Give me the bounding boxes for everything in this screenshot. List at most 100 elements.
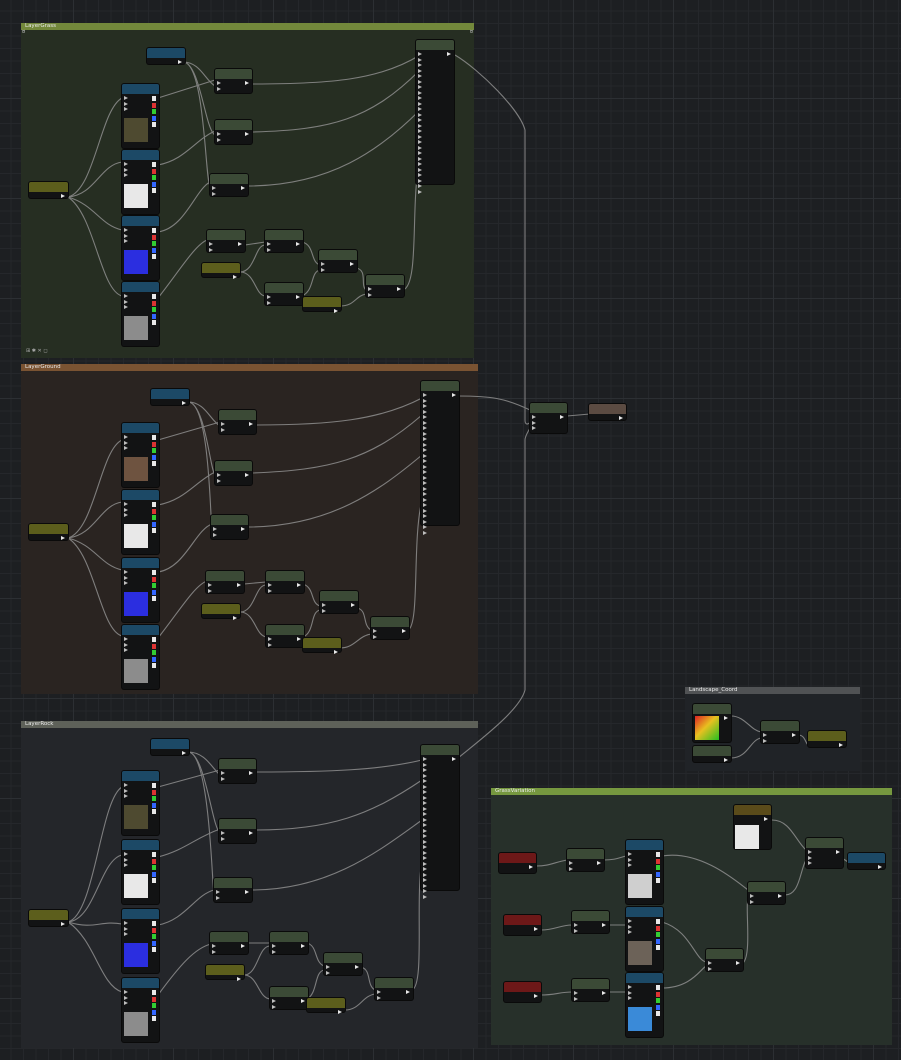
input-pin-icon[interactable]: [423, 420, 427, 425]
input-pin-icon[interactable]: [124, 228, 128, 232]
output-pin-icon[interactable]: [182, 751, 186, 755]
channel-pin-icon[interactable]: [152, 502, 156, 507]
scalar-param-node[interactable]: [151, 389, 189, 405]
output-pin-icon[interactable]: [241, 527, 245, 531]
node-header[interactable]: [266, 571, 304, 581]
output-pin-icon[interactable]: [402, 629, 406, 633]
channel-pin-icon[interactable]: [152, 247, 156, 253]
constant-node[interactable]: [307, 998, 345, 1014]
add-node[interactable]: [320, 591, 358, 613]
texture-sample-node[interactable]: [122, 625, 159, 689]
input-pin-icon[interactable]: [124, 932, 128, 936]
node-header[interactable]: [210, 174, 248, 184]
vector-param-node[interactable]: [499, 853, 536, 873]
input-pin-icon[interactable]: [221, 422, 225, 426]
channel-pin-icon[interactable]: [152, 878, 156, 883]
channel-pin-icon[interactable]: [656, 945, 660, 950]
input-pin-icon[interactable]: [418, 74, 422, 78]
texture-object-node[interactable]: [734, 805, 771, 849]
channel-pin-icon[interactable]: [152, 637, 156, 642]
input-pin-icon[interactable]: [423, 894, 427, 899]
node-header[interactable]: [122, 84, 159, 94]
input-pin-icon[interactable]: [208, 583, 212, 587]
input-pin-icon[interactable]: [423, 834, 427, 838]
input-pin-icon[interactable]: [574, 923, 578, 927]
node-header[interactable]: [421, 745, 459, 755]
channel-pin-icon[interactable]: [152, 796, 156, 801]
input-pin-icon[interactable]: [124, 101, 128, 106]
node-header[interactable]: [808, 731, 846, 741]
input-pin-icon[interactable]: [423, 409, 427, 414]
input-pin-icon[interactable]: [423, 453, 427, 458]
input-pin-icon[interactable]: [418, 101, 422, 106]
output-pin-icon[interactable]: [245, 81, 249, 85]
texture-sample-node[interactable]: [122, 771, 159, 835]
node-header[interactable]: [210, 932, 248, 942]
input-pin-icon[interactable]: [628, 924, 632, 929]
node-header[interactable]: [122, 625, 159, 635]
node-header[interactable]: [504, 915, 541, 925]
input-pin-icon[interactable]: [268, 642, 272, 647]
texture-sample-node[interactable]: [122, 909, 159, 973]
input-pin-icon[interactable]: [628, 852, 632, 856]
input-pin-icon[interactable]: [418, 123, 422, 128]
input-pin-icon[interactable]: [418, 96, 422, 100]
input-pin-icon[interactable]: [418, 184, 422, 188]
input-pin-icon[interactable]: [124, 926, 128, 931]
input-pin-icon[interactable]: [423, 861, 427, 866]
node-header[interactable]: [504, 982, 541, 992]
channel-pin-icon[interactable]: [152, 802, 156, 808]
channel-pin-icon[interactable]: [152, 461, 156, 466]
input-pin-icon[interactable]: [321, 267, 325, 272]
node-header[interactable]: [207, 230, 245, 240]
input-pin-icon[interactable]: [423, 497, 427, 502]
output-pin-icon[interactable]: [61, 922, 65, 926]
output-param-node[interactable]: [848, 853, 885, 869]
multiply-node[interactable]: [214, 878, 252, 902]
channel-pin-icon[interactable]: [152, 990, 156, 995]
input-pin-icon[interactable]: [124, 233, 128, 238]
input-pin-icon[interactable]: [423, 525, 427, 529]
node-header[interactable]: [693, 746, 731, 756]
input-pin-icon[interactable]: [124, 648, 128, 652]
node-header[interactable]: [421, 381, 459, 391]
texture-sample-node[interactable]: [626, 907, 663, 971]
node-header[interactable]: [626, 840, 663, 850]
output-node[interactable]: [808, 731, 846, 747]
node-header[interactable]: [572, 979, 609, 989]
input-pin-icon[interactable]: [574, 928, 578, 933]
input-pin-icon[interactable]: [750, 894, 754, 898]
output-pin-icon[interactable]: [296, 295, 300, 299]
channel-pin-icon[interactable]: [152, 241, 156, 246]
input-pin-icon[interactable]: [124, 173, 128, 177]
input-pin-icon[interactable]: [423, 883, 427, 888]
lerp-node[interactable]: [266, 571, 304, 593]
output-pin-icon[interactable]: [452, 757, 456, 761]
input-pin-icon[interactable]: [418, 129, 422, 133]
output-pin-icon[interactable]: [241, 944, 245, 948]
texture-sample-node[interactable]: [122, 558, 159, 622]
output-pin-icon[interactable]: [233, 616, 237, 620]
channel-pin-icon[interactable]: [152, 1009, 156, 1015]
output-pin-icon[interactable]: [245, 890, 249, 894]
input-pin-icon[interactable]: [418, 156, 422, 161]
input-pin-icon[interactable]: [418, 167, 422, 172]
output-pin-icon[interactable]: [397, 287, 401, 291]
input-pin-icon[interactable]: [808, 850, 812, 854]
node-header[interactable]: [848, 853, 885, 863]
node-header[interactable]: [219, 819, 256, 829]
input-pin-icon[interactable]: [272, 944, 276, 948]
output-pin-icon[interactable]: [241, 186, 245, 190]
input-pin-icon[interactable]: [423, 437, 427, 441]
output-pin-icon[interactable]: [351, 603, 355, 607]
input-pin-icon[interactable]: [423, 492, 427, 496]
node-header[interactable]: [307, 998, 345, 1008]
input-pin-icon[interactable]: [124, 502, 128, 506]
node-header[interactable]: [748, 882, 785, 892]
channel-pin-icon[interactable]: [152, 515, 156, 520]
input-pin-icon[interactable]: [569, 866, 573, 871]
texture-sample-node[interactable]: [122, 423, 159, 487]
node-header[interactable]: [371, 617, 409, 627]
channel-pin-icon[interactable]: [152, 1003, 156, 1008]
input-pin-icon[interactable]: [418, 173, 422, 177]
